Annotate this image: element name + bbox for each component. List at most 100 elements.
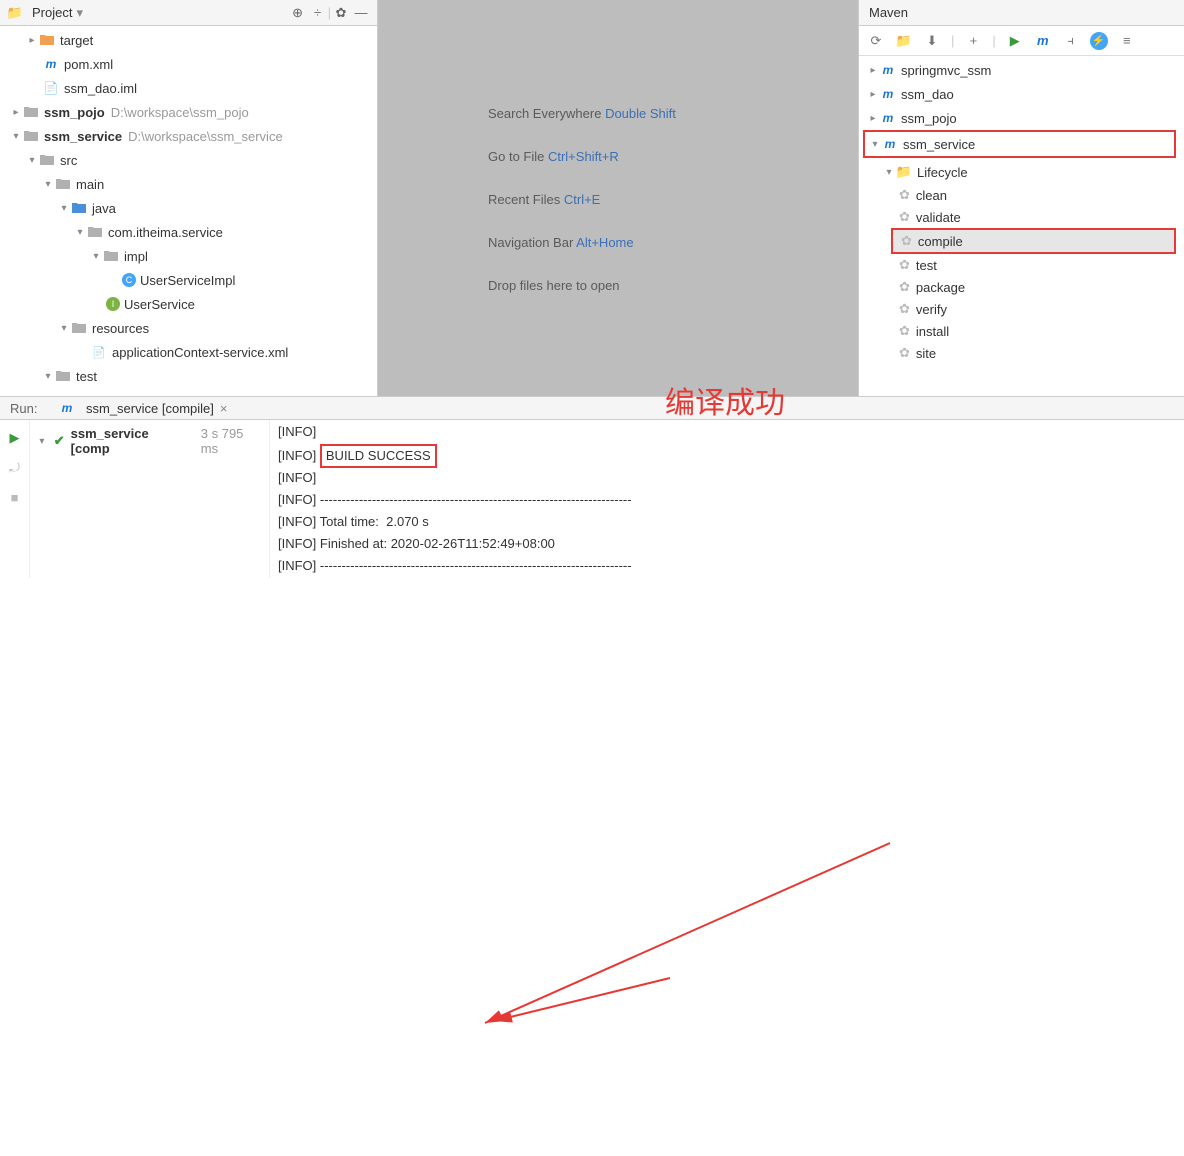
package-icon bbox=[102, 247, 120, 265]
goal-clean[interactable]: ✿clean bbox=[859, 184, 1184, 206]
tree-node-pojo[interactable]: ▸ssm_pojoD:\workspace\ssm_pojo bbox=[0, 100, 377, 124]
goal-install[interactable]: ✿install bbox=[859, 320, 1184, 342]
execute-goal-icon[interactable]: m bbox=[1034, 32, 1052, 50]
folder-icon bbox=[38, 151, 56, 169]
tip-recent: Recent Files Ctrl+E bbox=[488, 188, 858, 209]
tree-node-class[interactable]: CUserServiceImpl bbox=[0, 268, 377, 292]
gear-icon: ✿ bbox=[901, 233, 912, 249]
maven-toolbar: ⟳ 📁 ⬇ | + | ▶ m ⫞ ⚡ ≡ bbox=[859, 26, 1184, 56]
run-tree: ▾ ✔ ssm_service [comp 3 s 795 ms bbox=[30, 420, 270, 578]
success-check-icon: ✔ bbox=[54, 433, 65, 449]
folder-icon bbox=[38, 31, 56, 49]
maven-project-springmvc[interactable]: ▸mspringmvc_ssm bbox=[859, 58, 1184, 82]
tip-search: Search Everywhere Double Shift bbox=[488, 102, 858, 123]
maven-icon: m bbox=[58, 399, 76, 417]
gear-icon: ✿ bbox=[899, 279, 910, 295]
gear-icon: ✿ bbox=[899, 301, 910, 317]
project-title: Project bbox=[32, 5, 72, 20]
maven-module-icon: m bbox=[881, 135, 899, 153]
run-gutter: ▶ ⤾ ■ bbox=[0, 420, 30, 578]
stop-icon[interactable]: ⤾ bbox=[9, 460, 20, 476]
reimport-icon[interactable]: ⟳ bbox=[867, 32, 885, 50]
run-body: ▶ ⤾ ■ ▾ ✔ ssm_service [comp 3 s 795 ms [… bbox=[0, 420, 1184, 578]
build-success: BUILD SUCCESS bbox=[320, 444, 437, 468]
tree-node-pom[interactable]: mpom.xml bbox=[0, 52, 377, 76]
run-icon[interactable]: ▶ bbox=[1006, 32, 1024, 50]
settings-icon[interactable]: ✿ bbox=[331, 3, 351, 23]
goal-test[interactable]: ✿test bbox=[859, 254, 1184, 276]
dropdown-icon[interactable]: ▾ bbox=[76, 5, 83, 21]
goal-validate[interactable]: ✿validate bbox=[859, 206, 1184, 228]
tree-node-main[interactable]: ▾main bbox=[0, 172, 377, 196]
module-icon bbox=[22, 103, 40, 121]
minimize-icon[interactable]: — bbox=[351, 3, 371, 23]
run-tab[interactable]: m ssm_service [compile] × bbox=[50, 399, 235, 417]
maven-project-dao[interactable]: ▸mssm_dao bbox=[859, 82, 1184, 106]
tip-nav: Navigation Bar Alt+Home bbox=[488, 231, 858, 252]
tree-node-target[interactable]: ▸target bbox=[0, 28, 377, 52]
project-panel: 📁 Project ▾ ⊕ ÷ | ✿ — ▸target mpom.xml 📄… bbox=[0, 0, 378, 396]
editor-empty: Search Everywhere Double Shift Go to Fil… bbox=[378, 0, 858, 396]
tree-node-service[interactable]: ▾ssm_serviceD:\workspace\ssm_service bbox=[0, 124, 377, 148]
annotation-arrows bbox=[0, 578, 1184, 1156]
package-icon bbox=[86, 223, 104, 241]
run-tab-label: ssm_service [compile] bbox=[86, 401, 214, 416]
maven-module-icon: m bbox=[879, 85, 897, 103]
tree-node-interface[interactable]: IUserService bbox=[0, 292, 377, 316]
maven-tree: ▸mspringmvc_ssm ▸mssm_dao ▸mssm_pojo ▾ms… bbox=[859, 56, 1184, 396]
maven-title: Maven bbox=[869, 5, 908, 20]
folder-icon bbox=[54, 175, 72, 193]
tip-drop: Drop files here to open bbox=[488, 274, 858, 295]
project-panel-header: 📁 Project ▾ ⊕ ÷ | ✿ — bbox=[0, 0, 377, 26]
goal-site[interactable]: ✿site bbox=[859, 342, 1184, 364]
maven-header: Maven bbox=[859, 0, 1184, 26]
tree-node-package[interactable]: ▾com.itheima.service bbox=[0, 220, 377, 244]
gear-icon: ✿ bbox=[899, 323, 910, 339]
offline-icon[interactable]: ⚡ bbox=[1090, 32, 1108, 50]
tree-node-resources[interactable]: ▾resources bbox=[0, 316, 377, 340]
interface-icon: I bbox=[106, 297, 120, 311]
maven-module-icon: m bbox=[879, 109, 897, 127]
gear-icon: ✿ bbox=[899, 257, 910, 273]
file-icon: 📄 bbox=[42, 79, 60, 97]
console-output: [INFO] [INFO] BUILD SUCCESS [INFO] [INFO… bbox=[270, 420, 1184, 578]
run-label: Run: bbox=[0, 401, 50, 416]
stop2-icon[interactable]: ■ bbox=[11, 490, 19, 505]
download-icon[interactable]: ⬇ bbox=[923, 32, 941, 50]
tree-node-java[interactable]: ▾java bbox=[0, 196, 377, 220]
toggle-skip-icon[interactable]: ⫞ bbox=[1062, 32, 1080, 50]
gear-icon: ✿ bbox=[899, 345, 910, 361]
run-tree-item[interactable]: ▾ ✔ ssm_service [comp 3 s 795 ms bbox=[36, 426, 263, 456]
resources-folder-icon bbox=[70, 319, 88, 337]
maven-project-service[interactable]: ▾mssm_service bbox=[865, 132, 1174, 156]
tip-file: Go to File Ctrl+Shift+R bbox=[488, 145, 858, 166]
target-icon[interactable]: ⊕ bbox=[288, 3, 308, 23]
generate-icon[interactable]: 📁 bbox=[895, 32, 913, 50]
folder-icon bbox=[54, 367, 72, 385]
gear-icon: ✿ bbox=[899, 187, 910, 203]
show-deps-icon[interactable]: ≡ bbox=[1118, 32, 1136, 50]
maven-project-pojo[interactable]: ▸mssm_pojo bbox=[859, 106, 1184, 130]
tree-node-xml[interactable]: 📄applicationContext-service.xml bbox=[0, 340, 377, 364]
module-icon bbox=[22, 127, 40, 145]
lifecycle-icon: 📁 bbox=[895, 163, 913, 181]
tree-node-iml[interactable]: 📄ssm_dao.iml bbox=[0, 76, 377, 100]
maven-module-icon: m bbox=[879, 61, 897, 79]
goal-compile[interactable]: ✿compile bbox=[893, 230, 1174, 252]
run-tabs-row: Run: m ssm_service [compile] × bbox=[0, 396, 1184, 420]
close-icon[interactable]: × bbox=[220, 401, 228, 416]
project-tree: ▸target mpom.xml 📄ssm_dao.iml ▸ssm_pojoD… bbox=[0, 26, 377, 396]
xml-icon: 📄 bbox=[90, 343, 108, 361]
maven-lifecycle[interactable]: ▾📁Lifecycle bbox=[859, 160, 1184, 184]
goal-package[interactable]: ✿package bbox=[859, 276, 1184, 298]
collapse-icon[interactable]: ÷ bbox=[308, 3, 328, 23]
rerun-icon[interactable]: ▶ bbox=[10, 430, 20, 446]
goal-verify[interactable]: ✿verify bbox=[859, 298, 1184, 320]
maven-icon: m bbox=[42, 55, 60, 73]
maven-panel: Maven ⟳ 📁 ⬇ | + | ▶ m ⫞ ⚡ ≡ ▸mspringmvc_… bbox=[858, 0, 1184, 396]
add-icon[interactable]: + bbox=[964, 32, 982, 50]
tree-node-src[interactable]: ▾src bbox=[0, 148, 377, 172]
tree-node-impl[interactable]: ▾impl bbox=[0, 244, 377, 268]
tree-node-test[interactable]: ▾test bbox=[0, 364, 377, 388]
source-folder-icon bbox=[70, 199, 88, 217]
